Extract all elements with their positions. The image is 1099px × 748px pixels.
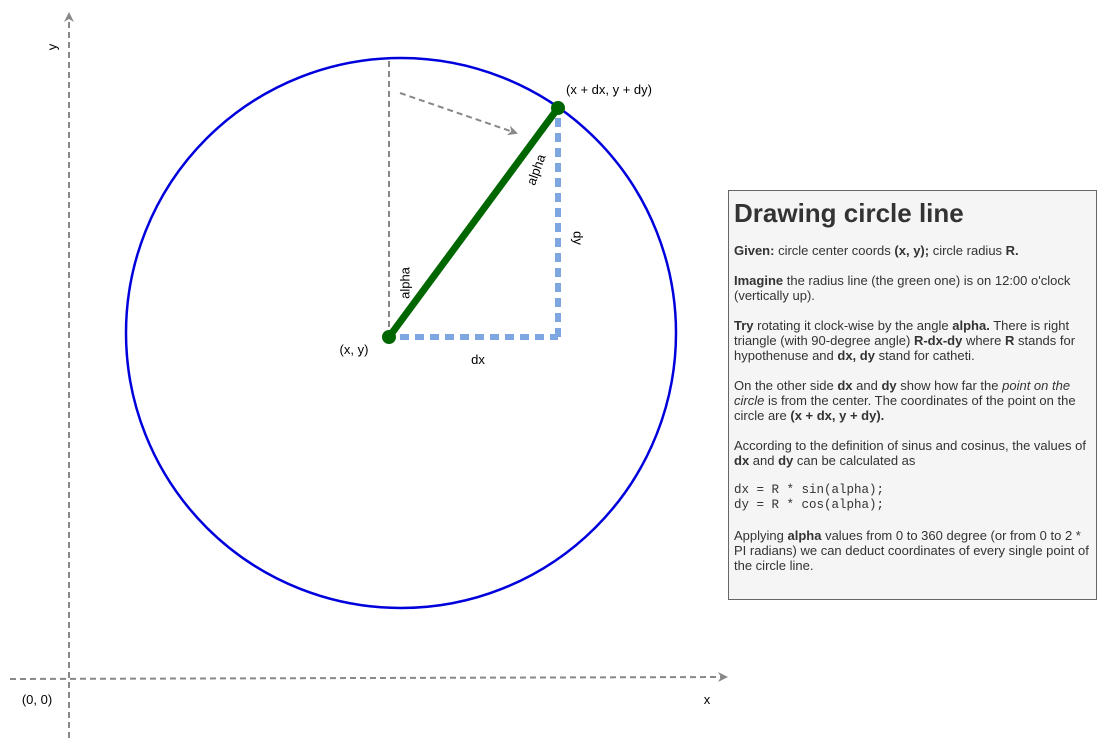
center-label: (x, y) xyxy=(340,342,369,357)
origin-label: (0, 0) xyxy=(22,692,52,707)
dx-label: dx xyxy=(471,352,485,367)
y-axis-label: y xyxy=(44,43,59,50)
info-imagine-paragraph: Imagine the radius line (the green one) … xyxy=(734,273,1071,303)
info-given-paragraph: Given: circle center coords (x, y); circ… xyxy=(734,243,1019,258)
info-other-side-paragraph: On the other side dx and dy show how far… xyxy=(734,378,1076,423)
dy-label: dy xyxy=(571,231,586,245)
center-point xyxy=(382,330,396,344)
circle xyxy=(124,56,678,610)
info-definition-paragraph: According to the definition of sinus and… xyxy=(734,438,1086,468)
x-axis-label: x xyxy=(704,692,711,707)
info-panel: Drawing circle line Given: circle center… xyxy=(728,190,1097,600)
alpha-radius-label: alpha xyxy=(524,151,549,187)
info-try-paragraph: Try rotating it clock-wise by the angle … xyxy=(734,318,1076,363)
info-code-block: dx = R * sin(alpha); dy = R * cos(alpha)… xyxy=(734,483,885,512)
circle-point xyxy=(551,101,565,115)
alpha-vertical-label: alpha xyxy=(397,266,412,299)
x-axis xyxy=(9,672,728,683)
info-title: Drawing circle line xyxy=(734,198,964,228)
rotation-arrow xyxy=(399,92,518,136)
circle-point-label: (x + dx, y + dy) xyxy=(566,82,652,97)
info-applying-paragraph: Applying alpha values from 0 to 360 degr… xyxy=(734,528,1089,573)
radius-line xyxy=(386,105,561,340)
